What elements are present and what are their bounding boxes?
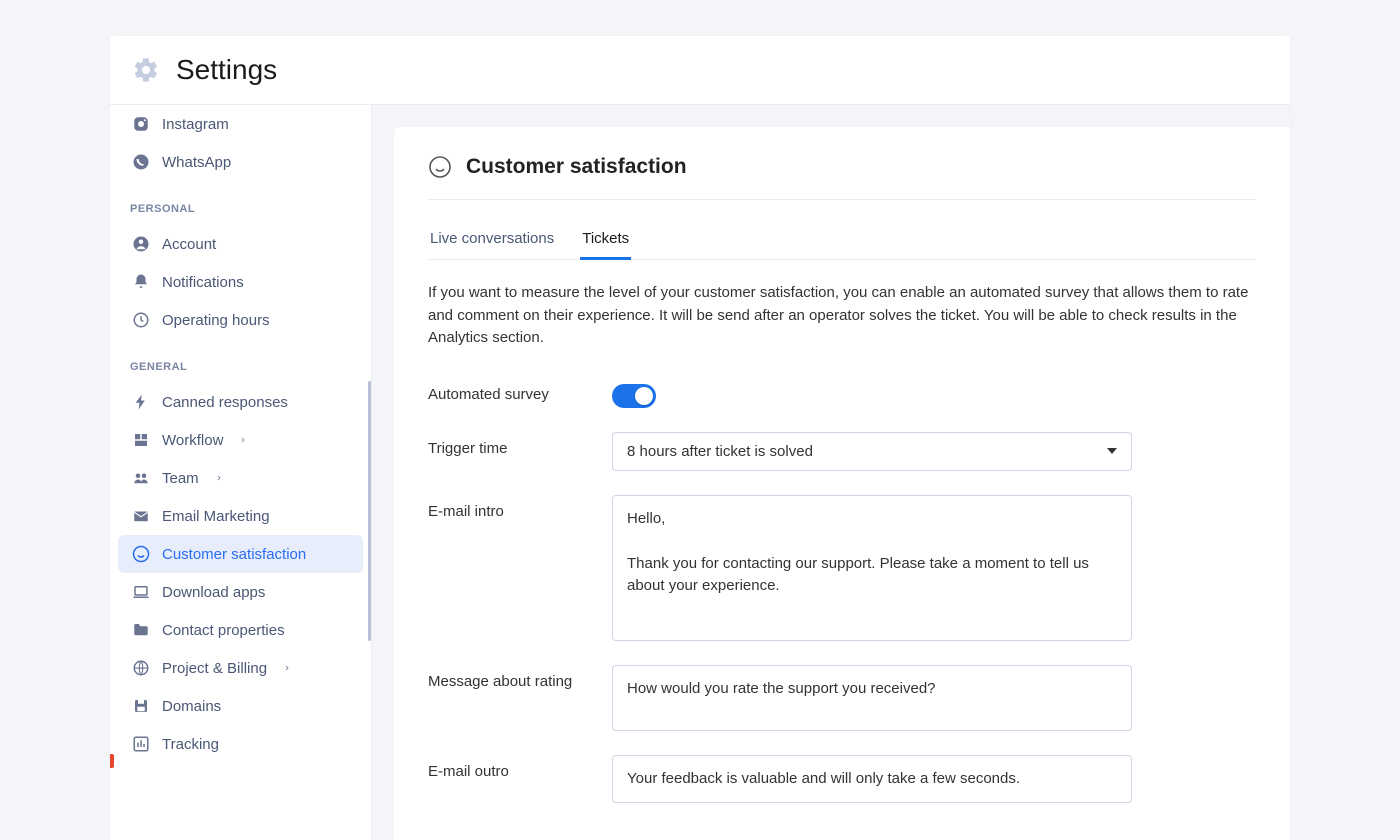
tabs: Live conversations Tickets <box>428 220 1256 260</box>
tab-tickets[interactable]: Tickets <box>580 220 631 259</box>
toggle-automated-survey[interactable] <box>612 384 656 408</box>
mail-icon <box>132 507 150 525</box>
label-rating-message: Message about rating <box>428 665 612 690</box>
notification-badge <box>110 754 114 768</box>
textarea-email-intro[interactable]: Hello, Thank you for contacting our supp… <box>612 495 1132 641</box>
tab-live-conversations[interactable]: Live conversations <box>428 220 556 259</box>
sidebar: Instagram WhatsApp PERSONAL Account Notifica… <box>110 105 372 840</box>
sidebar-item-email[interactable]: Email Marketing <box>118 497 363 535</box>
chart-icon <box>132 735 150 753</box>
clock-icon <box>132 311 150 329</box>
row-trigger-time: Trigger time 8 hours after ticket is sol… <box>428 432 1256 471</box>
row-email-outro: E-mail outro Your feedback is valuable a… <box>428 755 1256 804</box>
sidebar-item-instagram[interactable]: Instagram <box>118 105 363 143</box>
row-automated-survey: Automated survey <box>428 378 1256 408</box>
sidebar-item-operating-hours[interactable]: Operating hours <box>118 301 363 339</box>
description-text: If you want to measure the level of your… <box>428 282 1256 350</box>
content-wrap: Customer satisfaction Live conversations… <box>372 105 1290 840</box>
sidebar-item-label: Instagram <box>162 116 229 133</box>
globe-icon <box>132 659 150 677</box>
sidebar-item-workflow[interactable]: Workflow <box>118 421 363 459</box>
sidebar-item-label: Customer satisfaction <box>162 546 306 563</box>
sidebar-item-notifications[interactable]: Notifications <box>118 263 363 301</box>
sidebar-item-label: Account <box>162 236 216 253</box>
page-title: Settings <box>176 54 277 86</box>
sidebar-item-billing[interactable]: Project & Billing <box>118 649 363 687</box>
row-rating-message: Message about rating How would you rate … <box>428 665 1256 731</box>
smile-icon <box>428 155 452 179</box>
chevron-down-icon <box>1107 448 1117 454</box>
sidebar-item-account[interactable]: Account <box>118 225 363 263</box>
sidebar-item-label: Workflow <box>162 432 223 449</box>
sidebar-item-canned[interactable]: Canned responses <box>118 383 363 421</box>
body: Instagram WhatsApp PERSONAL Account Notifica… <box>110 105 1290 840</box>
sidebar-item-label: Operating hours <box>162 312 270 329</box>
sidebar-item-label: Project & Billing <box>162 660 267 677</box>
select-trigger-time[interactable]: 8 hours after ticket is solved <box>612 432 1132 471</box>
sidebar-item-whatsapp[interactable]: WhatsApp <box>118 143 363 181</box>
chevron-right-icon <box>283 664 291 672</box>
sidebar-item-csat[interactable]: Customer satisfaction <box>118 535 363 573</box>
sidebar-item-download[interactable]: Download apps <box>118 573 363 611</box>
account-icon <box>132 235 150 253</box>
smile-icon <box>132 545 150 563</box>
sidebar-item-label: Tracking <box>162 736 219 753</box>
sidebar-item-label: Email Marketing <box>162 508 270 525</box>
chevron-right-icon <box>215 474 223 482</box>
save-icon <box>132 697 150 715</box>
sidebar-item-domains[interactable]: Domains <box>118 687 363 725</box>
chevron-right-icon <box>239 436 247 444</box>
sidebar-item-label: Team <box>162 470 199 487</box>
sidebar-item-label: WhatsApp <box>162 154 231 171</box>
content: Customer satisfaction Live conversations… <box>394 127 1290 840</box>
sidebar-item-team[interactable]: Team <box>118 459 363 497</box>
folder-icon <box>132 621 150 639</box>
whatsapp-icon <box>132 153 150 171</box>
gear-icon <box>132 56 160 84</box>
sidebar-item-label: Canned responses <box>162 394 288 411</box>
sidebar-item-label: Contact properties <box>162 622 285 639</box>
label-automated-survey: Automated survey <box>428 378 612 403</box>
instagram-icon <box>132 115 150 133</box>
label-email-intro: E-mail intro <box>428 495 612 520</box>
sidebar-item-tracking[interactable]: Tracking <box>118 725 363 763</box>
row-email-intro: E-mail intro Hello, Thank you for contac… <box>428 495 1256 641</box>
bell-icon <box>132 273 150 291</box>
sidebar-section-label: PERSONAL <box>110 181 371 225</box>
team-icon <box>132 469 150 487</box>
label-trigger-time: Trigger time <box>428 432 612 457</box>
settings-panel: Settings Instagram WhatsApp PERSONAL Accoun… <box>110 36 1290 840</box>
textarea-rating-message[interactable]: How would you rate the support you recei… <box>612 665 1132 731</box>
sidebar-item-contact[interactable]: Contact properties <box>118 611 363 649</box>
sidebar-item-label: Domains <box>162 698 221 715</box>
content-title: Customer satisfaction <box>466 155 687 179</box>
bolt-icon <box>132 393 150 411</box>
workflow-icon <box>132 431 150 449</box>
sidebar-item-label: Download apps <box>162 584 265 601</box>
content-header: Customer satisfaction <box>428 155 1256 200</box>
page-header: Settings <box>110 36 1290 105</box>
select-trigger-time-value: 8 hours after ticket is solved <box>627 443 813 460</box>
textarea-email-outro[interactable]: Your feedback is valuable and will only … <box>612 755 1132 804</box>
label-email-outro: E-mail outro <box>428 755 612 780</box>
sidebar-item-label: Notifications <box>162 274 244 291</box>
laptop-icon <box>132 583 150 601</box>
sidebar-section-label: GENERAL <box>110 339 371 383</box>
scrollbar[interactable] <box>368 381 371 641</box>
